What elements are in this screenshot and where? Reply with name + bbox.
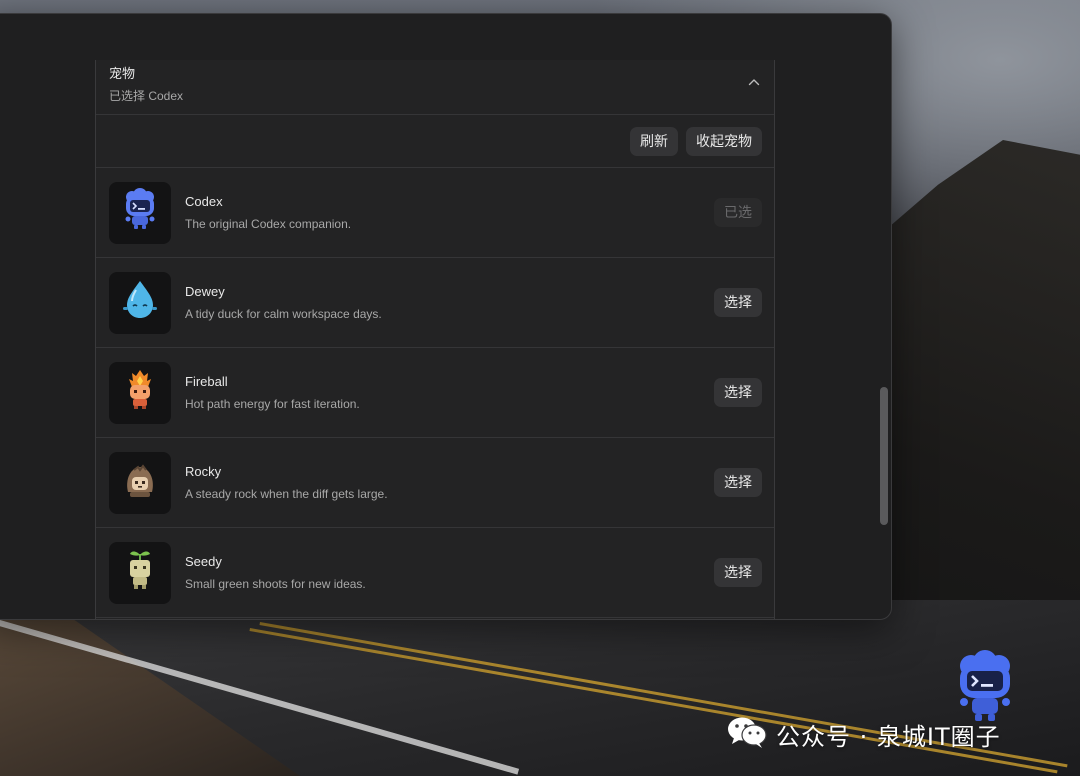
pet-row-rocky: Rocky A steady rock when the diff gets l…: [96, 438, 774, 528]
select-pet-button[interactable]: 选择: [714, 288, 762, 317]
app-window: 宠物 已选择 Codex 刷新 收起宠物 Codex The original …: [0, 13, 892, 620]
pet-name: Rocky: [185, 463, 222, 479]
fireball-icon: [120, 368, 160, 417]
watermark: 公众号 · 泉城IT圈子: [726, 714, 1001, 754]
pet-avatar: [109, 181, 171, 244]
pet-name: Seedy: [185, 553, 222, 569]
rocky-icon: [120, 458, 160, 507]
pet-row-seedy: Seedy Small green shoots for new ideas. …: [96, 528, 774, 618]
selected-button: 已选: [714, 198, 762, 227]
pet-text: Dewey A tidy duck for calm workspace day…: [185, 284, 714, 322]
pet-description: Hot path energy for fast iteration.: [185, 396, 360, 411]
pet-list: Codex The original Codex companion. 已选 D…: [96, 168, 774, 618]
pets-panel-header[interactable]: 宠物 已选择 Codex: [96, 60, 774, 115]
select-pet-button[interactable]: 选择: [714, 378, 762, 407]
pet-row-codex: Codex The original Codex companion. 已选: [96, 168, 774, 258]
hide-pets-button[interactable]: 收起宠物: [686, 126, 762, 156]
pet-text: Fireball Hot path energy for fast iterat…: [185, 374, 714, 412]
pet-avatar: [109, 361, 171, 424]
panel-title: 宠物: [109, 66, 136, 81]
pet-description: A tidy duck for calm workspace days.: [185, 306, 382, 321]
select-pet-button[interactable]: 选择: [714, 468, 762, 497]
scrollbar-thumb[interactable]: [880, 387, 888, 525]
pet-row-fireball: Fireball Hot path energy for fast iterat…: [96, 348, 774, 438]
pets-toolbar: 刷新 收起宠物: [96, 115, 774, 168]
pet-name: Fireball: [185, 373, 228, 389]
pet-avatar: [109, 541, 171, 604]
refresh-button[interactable]: 刷新: [630, 126, 678, 156]
pet-text: Codex The original Codex companion.: [185, 194, 714, 232]
pet-description: The original Codex companion.: [185, 216, 352, 231]
wechat-icon: [726, 715, 768, 754]
select-pet-button[interactable]: 选择: [714, 558, 762, 587]
watermark-text: 公众号 · 泉城IT圈子: [776, 722, 1001, 751]
pet-name: Dewey: [185, 283, 225, 299]
pet-avatar: [109, 451, 171, 514]
dewey-droplet-icon: [120, 278, 160, 327]
pet-description: A steady rock when the diff gets large.: [185, 486, 388, 501]
pet-text: Seedy Small green shoots for new ideas.: [185, 554, 714, 592]
codex-robot-icon: [120, 188, 160, 237]
pet-row-dewey: Dewey A tidy duck for calm workspace day…: [96, 258, 774, 348]
chevron-up-icon[interactable]: [748, 78, 760, 86]
pets-panel: 宠物 已选择 Codex 刷新 收起宠物 Codex The original …: [95, 60, 775, 619]
pet-avatar: [109, 271, 171, 334]
pet-text: Rocky A steady rock when the diff gets l…: [185, 464, 714, 502]
pet-description: Small green shoots for new ideas.: [185, 576, 366, 591]
panel-subtitle: 已选择 Codex: [109, 89, 184, 103]
pet-name: Codex: [185, 193, 223, 209]
seedy-sprout-icon: [120, 548, 160, 597]
